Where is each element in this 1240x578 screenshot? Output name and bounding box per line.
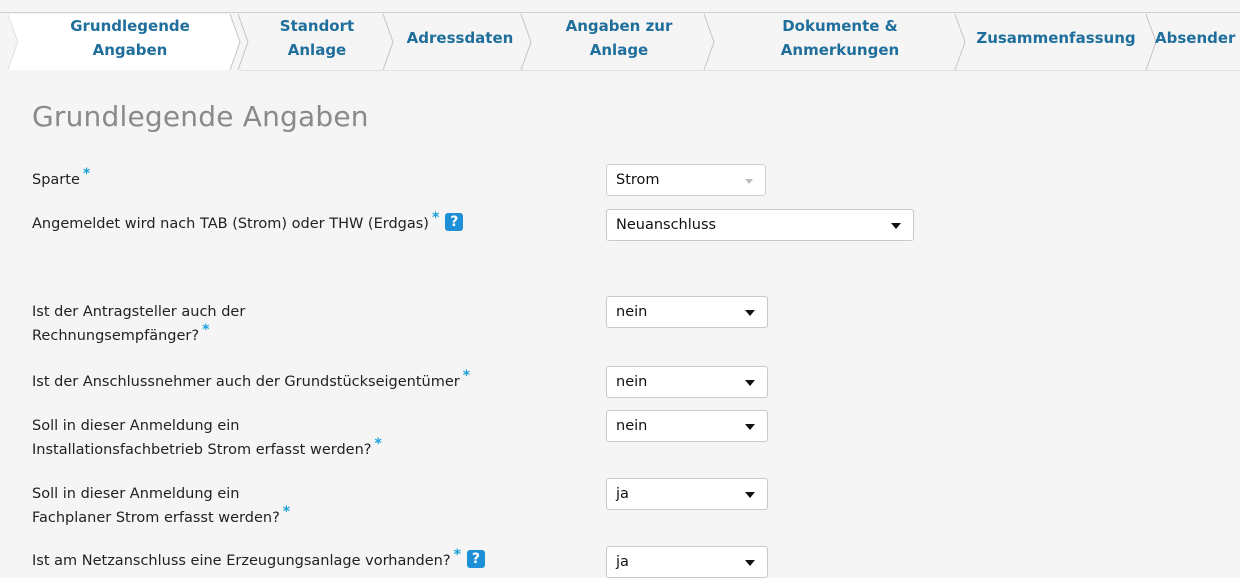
field-label-sparte: Sparte * <box>32 166 91 192</box>
label-text-line2: Installationsfachbetrieb Strom erfasst w… <box>32 442 372 458</box>
step-adressdaten[interactable]: Adressdaten <box>398 26 522 50</box>
erzeugungsanlage-select[interactable]: ja <box>606 546 768 578</box>
chevron-down-icon <box>745 424 755 430</box>
chevron-down-icon <box>745 560 755 566</box>
field-label-erzeugungsanlage: Ist am Netzanschluss eine Erzeugungsanla… <box>32 547 485 573</box>
step-label-line1: Grundlegende <box>70 17 190 35</box>
page-title: Grundlegende Angaben <box>32 100 369 133</box>
label-text-line1: Soll in dieser Anmeldung ein <box>32 418 240 434</box>
step-label-line1: Dokumente & <box>782 17 898 35</box>
required-marker: * <box>202 322 210 338</box>
step-label-line1: Adressdaten <box>406 29 514 47</box>
rechnungsempfaenger-select[interactable]: nein <box>606 296 768 328</box>
step-grundlegende-angaben[interactable]: Grundlegende Angaben <box>40 14 220 62</box>
wizard-steps: Grundlegende Angaben Standort Anlage Adr… <box>0 0 1240 76</box>
sparte-select[interactable]: Strom <box>606 164 766 196</box>
step-zusammenfassung[interactable]: Zusammenfassung <box>968 26 1144 50</box>
help-icon[interactable]: ? <box>445 213 464 231</box>
select-value: nein <box>616 418 648 434</box>
select-value: nein <box>616 374 648 390</box>
step-standort-anlage[interactable]: Standort Anlage <box>262 14 372 62</box>
chevron-down-icon <box>745 179 753 184</box>
field-label-fachplaner: Soll in dieser Anmeldung ein Fachplaner … <box>32 482 290 530</box>
help-icon[interactable]: ? <box>466 550 485 568</box>
label-text: Sparte <box>32 172 80 188</box>
chevron-down-icon <box>745 380 755 386</box>
label-text-line1: Soll in dieser Anmeldung ein <box>32 486 240 502</box>
fachplaner-select[interactable]: ja <box>606 478 768 510</box>
required-marker: * <box>374 436 382 452</box>
field-label-rechnungsempfaenger: Ist der Antragsteller auch der Rechnungs… <box>32 300 245 348</box>
chevron-down-icon <box>745 492 755 498</box>
label-text: Angemeldet wird nach TAB (Strom) oder TH… <box>32 216 429 232</box>
step-angaben-zur-anlage[interactable]: Angaben zur Anlage <box>540 14 698 62</box>
required-marker: * <box>82 166 91 182</box>
anmeldung-art-select[interactable]: Neuanschluss <box>606 209 914 241</box>
required-marker: * <box>462 368 471 384</box>
chevron-down-icon <box>745 310 755 316</box>
step-label-line2: Anlage <box>287 41 347 59</box>
field-label-tab-thw: Angemeldet wird nach TAB (Strom) oder TH… <box>32 210 464 236</box>
required-marker: * <box>453 547 461 563</box>
step-absender[interactable]: Absender <box>1155 26 1240 50</box>
label-text: Ist am Netzanschluss eine Erzeugungsanla… <box>32 553 451 569</box>
select-value: Neuanschluss <box>616 217 717 233</box>
grundstueckseigentuemer-select[interactable]: nein <box>606 366 768 398</box>
select-value: ja <box>616 554 629 570</box>
step-label-line2: Angaben <box>92 41 168 59</box>
required-marker: * <box>282 504 291 520</box>
step-label-line1: Angaben zur <box>565 17 673 35</box>
select-value: nein <box>616 304 648 320</box>
step-label-line2: Anlage <box>589 41 649 59</box>
field-label-installationsfachbetrieb: Soll in dieser Anmeldung ein Installatio… <box>32 414 382 462</box>
select-value: ja <box>616 486 629 502</box>
step-label-line1: Absender <box>1155 29 1236 47</box>
select-value: Strom <box>616 172 660 188</box>
label-text-line2: Rechnungsempfänger? <box>32 328 200 344</box>
step-label-line2: Anmerkungen <box>780 41 900 59</box>
chevron-down-icon <box>891 223 901 229</box>
step-label-line1: Standort <box>279 17 355 35</box>
step-label-line1: Zusammenfassung <box>976 29 1136 47</box>
label-text: Ist der Anschlussnehmer auch der Grundst… <box>32 374 460 390</box>
installationsfachbetrieb-select[interactable]: nein <box>606 410 768 442</box>
step-dokumente-anmerkungen[interactable]: Dokumente & Anmerkungen <box>740 14 940 62</box>
label-text-line1: Ist der Antragsteller auch der <box>32 304 246 320</box>
label-text-line2: Fachplaner Strom erfasst werden? <box>32 510 280 526</box>
field-label-grundstueckseigentuemer: Ist der Anschlussnehmer auch der Grundst… <box>32 368 471 394</box>
required-marker: * <box>431 210 440 226</box>
